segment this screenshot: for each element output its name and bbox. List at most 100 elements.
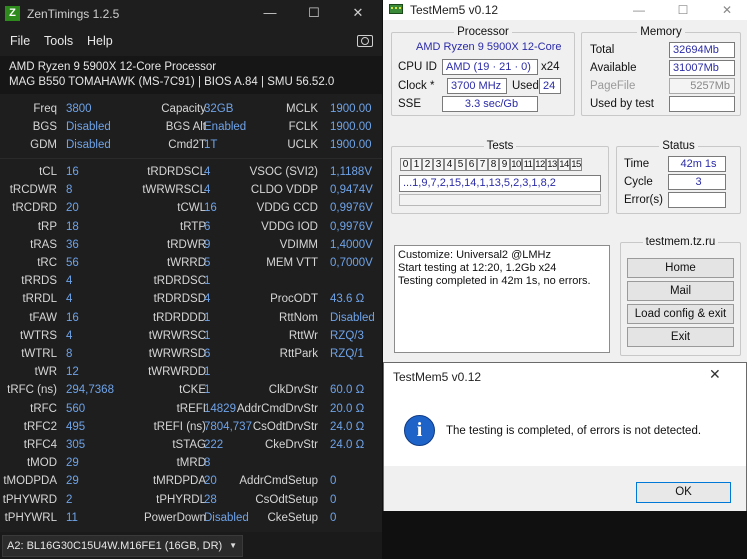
timing-row: tRP 18 tRTP 6 VDDG IOD 0,9976V	[0, 221, 382, 239]
timing-value: Enabled	[204, 121, 247, 133]
timing-label: tMOD	[26, 457, 57, 470]
timing-label: tREFI	[176, 402, 206, 415]
divider	[0, 158, 382, 159]
timing-value: 2	[66, 493, 73, 506]
timing-value: 56	[66, 257, 79, 269]
cycle-value: 3	[668, 174, 726, 190]
timing-row: tRAS 36 tRDWR 9 VDIMM 1,4000V	[0, 239, 382, 257]
timing-value: 1	[204, 366, 211, 379]
timing-value: 8	[66, 184, 73, 197]
timing-label: tRDRDSCL	[147, 166, 206, 178]
timing-row: tWTRS 4 tWRWRSC 1 RttWr RZQ/3	[0, 330, 382, 348]
testmem-maximize-button[interactable]: ☐	[663, 0, 703, 20]
cycle-label: Cycle	[624, 176, 653, 188]
minimize-button[interactable]: —	[248, 2, 292, 24]
exit-button[interactable]: Exit	[627, 327, 734, 347]
timing-value: 1	[204, 275, 211, 288]
timing-value: 0	[330, 493, 337, 506]
timing-row: tRRDL 4 tRDRDSD 4 ProcODT 43.6 Ω	[0, 293, 382, 311]
site-legend: testmem.tz.ru	[645, 236, 716, 248]
menu-help[interactable]: Help	[87, 34, 113, 48]
timing-value: 29	[66, 475, 79, 488]
info-icon: i	[404, 415, 435, 446]
testmem-title: TestMem5 v0.12	[410, 3, 499, 17]
timing-row: tPHYWRL 11 PowerDown Disabled CkeSetup 0	[0, 512, 382, 530]
timing-label: VDDG IOD	[261, 220, 318, 233]
timing-label: Capacity	[161, 103, 206, 115]
timing-value: 4	[204, 166, 211, 178]
timing-label: tRC	[37, 257, 57, 269]
timing-label: tMODPDA	[3, 475, 57, 488]
menu-file[interactable]: File	[10, 34, 30, 48]
mail-button[interactable]: Mail	[627, 281, 734, 301]
total-value: 32694Mb	[669, 42, 735, 58]
timing-row: tWTRL 8 tWRWRSD 6 RttPark RZQ/1	[0, 348, 382, 366]
timing-label: ProcODT	[270, 293, 318, 306]
load-config-exit-button[interactable]: Load config & exit	[627, 304, 734, 324]
timing-label: MCLK	[286, 103, 318, 115]
timing-label: GDM	[30, 139, 57, 151]
timing-value: 560	[66, 402, 86, 415]
timing-label: AddrCmdDrvStr	[236, 402, 318, 415]
system-info: AMD Ryzen 9 5900X 12-Core Processor MAG …	[0, 56, 382, 94]
timing-label: tRRDS	[21, 275, 57, 288]
timing-value: 4	[204, 293, 211, 306]
timing-row: tRRDS 4 tRDRDSC 1	[0, 275, 382, 293]
used-label: Used	[512, 80, 539, 92]
timing-value: 0,9976V	[330, 220, 373, 233]
timing-label: tWRWRSC	[148, 329, 206, 342]
maximize-button[interactable]: ☐	[292, 2, 336, 24]
dimm-select[interactable]: A2: BL16G30C15U4W.M16FE1 (16GB, DR) ▼	[2, 535, 243, 557]
timing-row: tMODPDA 29 tMRDPDA 20 AddrCmdSetup 0	[0, 475, 382, 493]
timing-row: tFAW 16 tRDRDDD 1 RttNom Disabled	[0, 312, 382, 330]
timing-value: 0	[330, 475, 337, 488]
test-number-cell: 13	[546, 158, 558, 171]
timing-label: CsOdtSetup	[255, 493, 318, 506]
timing-value: 7804,737	[204, 420, 252, 433]
timing-value: 28	[204, 493, 217, 506]
testmem-titlebar[interactable]: TestMem5 v0.12 — ☐ ✕	[383, 0, 747, 20]
tests-legend: Tests	[486, 140, 514, 152]
timing-value: 20	[204, 475, 217, 488]
zentimings-title: ZenTimings 1.2.5	[27, 7, 120, 21]
testmem-close-button[interactable]: ✕	[707, 0, 747, 20]
chevron-down-icon: ▼	[229, 541, 237, 550]
timing-value: 0,9474V	[330, 184, 373, 197]
timing-label: tRCDRD	[12, 202, 57, 215]
timing-value: 14829	[204, 402, 236, 415]
close-button[interactable]: ✕	[336, 2, 380, 24]
timing-value: 294,7368	[66, 384, 114, 397]
timing-value: 12	[66, 366, 79, 379]
timing-label: AddrCmdSetup	[239, 475, 318, 488]
total-label: Total	[590, 44, 615, 56]
home-button[interactable]: Home	[627, 258, 734, 278]
timing-label: tPHYWRD	[2, 493, 57, 506]
timing-label: tSTAG	[172, 439, 206, 451]
menu-tools[interactable]: Tools	[44, 34, 73, 48]
timing-value: 4	[66, 329, 73, 342]
timing-label: tRFC4	[23, 439, 57, 451]
timing-label: tWRWRSCL	[142, 184, 206, 197]
timing-value: 8	[66, 348, 73, 360]
timing-label: VSOC (SVI2)	[249, 166, 318, 178]
timing-label: FCLK	[288, 121, 318, 133]
threads-value: x24	[541, 61, 560, 73]
testmem-window: TestMem5 v0.12 — ☐ ✕ Processor AMD Ryzen…	[383, 0, 747, 362]
timing-row: tRFC 560 tREFI 14829 AddrCmdDrvStr 20.0 Ω	[0, 403, 382, 421]
timing-value: 0	[330, 511, 337, 524]
zentimings-menubar: File Tools Help	[0, 30, 382, 52]
ok-button[interactable]: OK	[636, 482, 731, 503]
status-legend: Status	[662, 140, 695, 152]
timing-row: Freq 3800 Capacity 32GB MCLK 1900.00	[0, 103, 382, 121]
timing-value: 222	[204, 439, 224, 451]
zentimings-titlebar[interactable]: Z ZenTimings 1.2.5 — ☐ ✕	[0, 0, 382, 28]
camera-icon[interactable]	[357, 35, 373, 47]
testmem-minimize-button[interactable]: —	[619, 0, 659, 20]
log-box[interactable]: Customize: Universal2 @LMHz Start testin…	[394, 245, 610, 353]
dialog-close-icon[interactable]: ✕	[709, 366, 721, 383]
sse-value: 3.3 sec/Gb	[442, 96, 538, 112]
timing-value: 4	[66, 275, 73, 288]
timing-label: tWRWRDD	[148, 366, 206, 379]
test-number-cell: 1	[411, 158, 422, 171]
timing-value: 1,4000V	[330, 238, 373, 251]
